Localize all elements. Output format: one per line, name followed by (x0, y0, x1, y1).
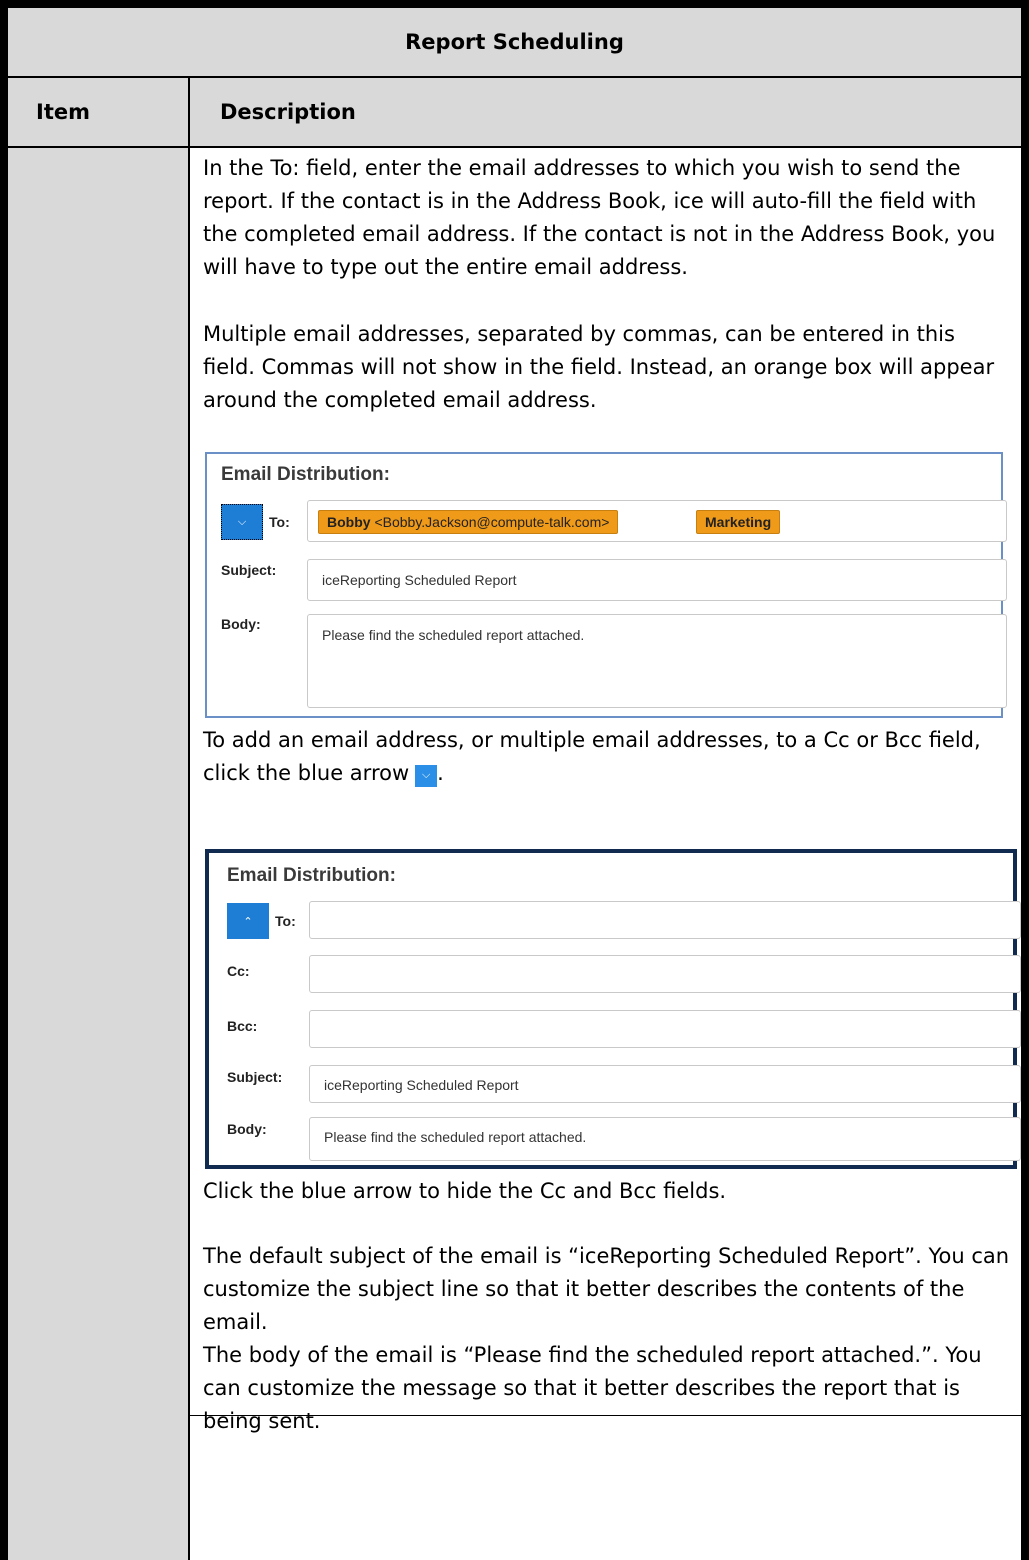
body-label: Body: (221, 616, 261, 632)
description-paragraph-4: Click the blue arrow to hide the Cc and … (203, 1179, 727, 1203)
to-label: To: (269, 514, 290, 530)
to-field[interactable] (309, 901, 1021, 939)
description-paragraph-6: The body of the email is “Please find th… (203, 1343, 982, 1433)
table-header-row: Item Description (8, 78, 1021, 148)
email-distribution-screenshot-expanded: Email Distribution: ⌃ To: Cc: Bcc: Subje… (205, 849, 1021, 1169)
bcc-field[interactable] (309, 1010, 1021, 1048)
blue-arrow-icon: ⌵ (415, 765, 438, 787)
bcc-label: Bcc: (227, 1018, 258, 1034)
description-paragraph-5: The default subject of the email is “ice… (203, 1244, 1010, 1334)
description-paragraph-3: To add an email address, or multiple ema… (203, 724, 1013, 790)
to-field[interactable]: Bobby <Bobby.Jackson@compute-talk.com> M… (307, 500, 1007, 542)
description-paragraph-3-text: To add an email address, or multiple ema… (203, 728, 981, 785)
description-paragraph-3-end: . (437, 761, 444, 785)
description-paragraph-2: Multiple email addresses, separated by c… (203, 322, 995, 412)
recipient-chip-name: Bobby (327, 514, 371, 530)
chevron-up-icon: ⌃ (243, 915, 253, 928)
column-divider (188, 78, 190, 1560)
cc-field[interactable] (309, 955, 1021, 993)
subject-field[interactable]: iceReporting Scheduled Report (307, 559, 1007, 601)
body-value: Please find the scheduled report attache… (322, 627, 585, 643)
body-field[interactable]: Please find the scheduled report attache… (307, 614, 1007, 708)
subject-label: Subject: (227, 1069, 283, 1085)
recipient-chip-email: <Bobby.Jackson@compute-talk.com> (374, 514, 610, 530)
column-header-item: Item (36, 100, 90, 124)
recipient-chip-marketing[interactable]: Marketing (696, 510, 781, 534)
body-value: Please find the scheduled report attache… (324, 1129, 587, 1145)
subject-field[interactable]: iceReporting Scheduled Report (309, 1065, 1021, 1103)
table-title-text: Report Scheduling (405, 30, 624, 54)
to-label: To: (275, 913, 296, 929)
subject-value: iceReporting Scheduled Report (322, 572, 517, 588)
chevron-down-icon: ⌵ (237, 515, 247, 528)
email-distribution-title: Email Distribution: (227, 865, 396, 886)
table-title: Report Scheduling (8, 8, 1021, 78)
description-paragraph-1: In the To: field, enter the email addres… (203, 156, 996, 279)
recipient-chip-marketing-label: Marketing (705, 514, 772, 530)
column-header-description: Description (220, 100, 356, 124)
item-cell (8, 148, 188, 1560)
expand-cc-bcc-button[interactable]: ⌵ (221, 504, 263, 540)
body-label: Body: (227, 1121, 267, 1137)
cc-label: Cc: (227, 963, 250, 979)
collapse-cc-bcc-button[interactable]: ⌃ (227, 903, 269, 939)
body-field[interactable]: Please find the scheduled report attache… (309, 1117, 1021, 1161)
email-distribution-title: Email Distribution: (221, 464, 390, 485)
recipient-chip-bobby[interactable]: Bobby <Bobby.Jackson@compute-talk.com> (318, 510, 619, 534)
row-divider (190, 1415, 1021, 1416)
subject-label: Subject: (221, 562, 277, 578)
email-distribution-screenshot-collapsed: Email Distribution: ⌵ To: Bobby <Bobby.J… (205, 452, 1007, 718)
subject-value: iceReporting Scheduled Report (324, 1077, 519, 1093)
